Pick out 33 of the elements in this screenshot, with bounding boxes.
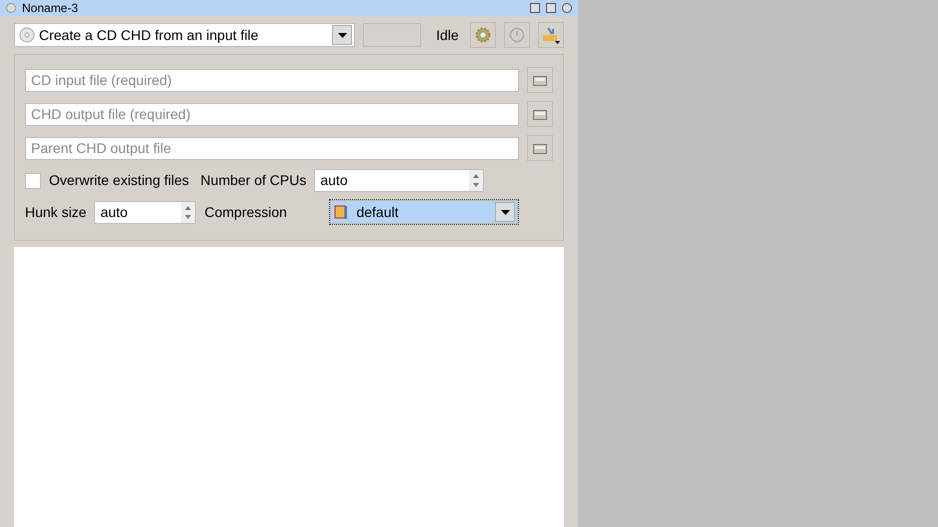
status-label: Idle (436, 26, 459, 44)
power-icon (509, 27, 526, 43)
folder-icon (533, 108, 547, 120)
app-icon (6, 3, 16, 13)
compression-dropdown[interactable]: default (330, 200, 518, 224)
tools-button[interactable] (538, 22, 564, 48)
file-path-field[interactable]: CHD output file (required) (25, 102, 519, 126)
minimize-button[interactable] (530, 3, 540, 13)
browse-button[interactable] (527, 67, 553, 93)
toolbox-icon (542, 26, 560, 44)
maximize-button[interactable] (546, 3, 556, 13)
browse-button[interactable] (527, 135, 553, 161)
folder-icon (533, 142, 547, 154)
browse-button[interactable] (527, 101, 553, 127)
folder-icon (533, 74, 547, 86)
gear-button[interactable] (470, 22, 496, 48)
overwrite-checkbox[interactable] (25, 172, 41, 188)
gear-icon (475, 27, 492, 43)
file-path-field[interactable]: CD input file (required) (25, 68, 519, 92)
command-dropdown[interactable]: Create a CD CHD from an input file (14, 23, 356, 47)
cpus-spinbox[interactable]: auto (314, 169, 484, 192)
hunk-size-label: Hunk size (25, 202, 86, 222)
overwrite-label: Overwrite existing files (49, 171, 190, 190)
empty-frame (363, 23, 422, 47)
hunk-size-spinbox[interactable]: auto (94, 200, 196, 224)
disc-icon (19, 27, 35, 43)
caret-icon (338, 32, 347, 38)
cpus-label: Number of CPUs (200, 171, 306, 190)
window-title: Noname-3 (22, 0, 78, 17)
compression-label: Compression (204, 202, 288, 222)
file-path-field[interactable]: Parent CHD output file (25, 136, 519, 160)
caret-icon (500, 210, 510, 214)
close-button[interactable] (562, 3, 572, 13)
